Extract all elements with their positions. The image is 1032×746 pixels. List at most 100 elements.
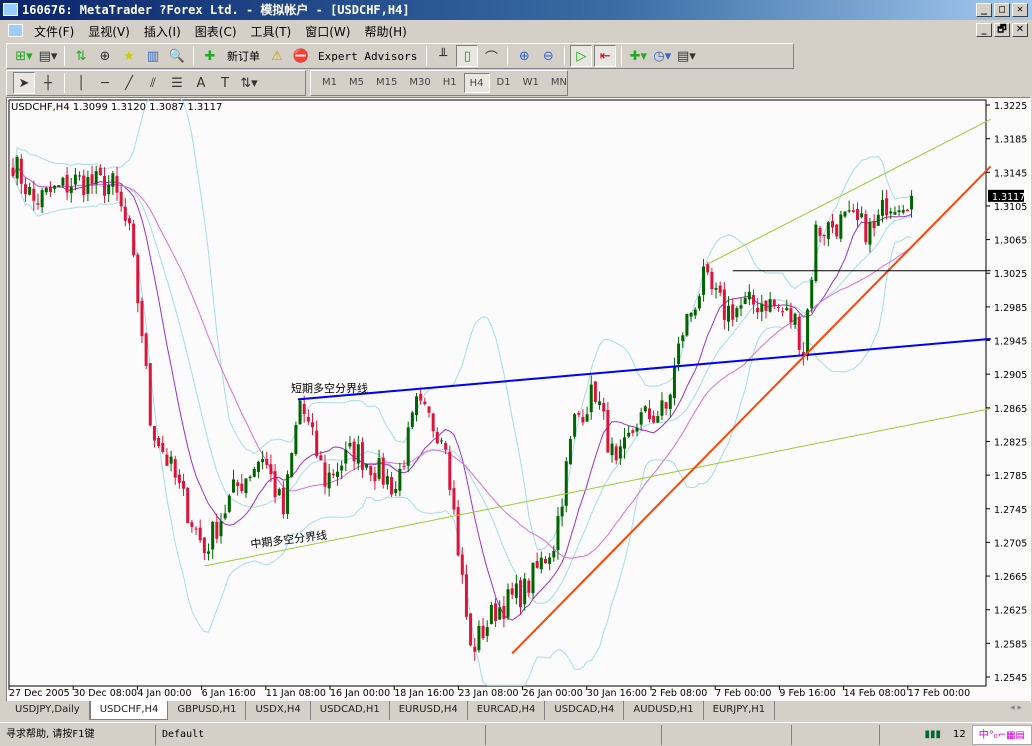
candle-body <box>498 607 502 620</box>
crosshair-icon[interactable]: ┼ <box>37 72 59 94</box>
timeframe-h4[interactable]: H4 <box>463 73 490 93</box>
candle-body <box>885 198 889 216</box>
bar-chart-icon[interactable]: ╨ <box>432 45 454 67</box>
candlestick-icon[interactable]: ▯ <box>456 45 479 67</box>
candle-body <box>889 211 893 214</box>
navigator-icon[interactable]: ★ <box>118 45 140 67</box>
zoom-out-icon[interactable]: ⊖ <box>537 45 559 67</box>
new-chart-icon[interactable]: ⊞▾ <box>13 45 35 67</box>
minimize-button[interactable]: _ <box>976 3 992 17</box>
timeframe-m15[interactable]: M15 <box>371 73 402 93</box>
menu-view[interactable]: 显视(V) <box>84 23 140 40</box>
candle-body <box>581 417 585 423</box>
price-tick-label: 1.3225 <box>994 101 1027 112</box>
candle-body <box>564 461 568 506</box>
templates-icon[interactable]: ▤▾ <box>675 45 697 67</box>
candle-body <box>872 221 876 229</box>
chart-tab[interactable]: GBPUSD,H1 <box>168 701 247 720</box>
candle-body <box>40 190 44 208</box>
chart-tab[interactable]: USDJPY,Daily <box>6 701 90 720</box>
candle-body <box>593 381 597 402</box>
candle-body <box>689 312 693 317</box>
timeframe-mn[interactable]: MN <box>546 73 572 93</box>
maximize-button[interactable]: □ <box>994 3 1010 17</box>
chart-tab[interactable]: AUDUSD,H1 <box>624 701 704 720</box>
equidistant-channel-icon[interactable]: ⫽ <box>142 72 164 94</box>
auto-scroll-icon[interactable]: ▷ <box>570 45 593 67</box>
traffic-readout: 12 <box>952 728 966 740</box>
expert-advisors-icon[interactable]: ⛔ <box>290 45 312 67</box>
terminal-icon[interactable]: ▥ <box>142 45 164 67</box>
new-order-icon[interactable]: ✚ <box>199 45 221 67</box>
price-tick-label: 1.2865 <box>994 404 1027 415</box>
candle-body <box>552 550 556 558</box>
connection-bars-icon: ▮▮▮ <box>924 728 941 740</box>
chart-tab[interactable]: USDCAD,H4 <box>545 701 625 720</box>
menu-charts[interactable]: 图表(C) <box>191 23 247 40</box>
candle-body <box>356 444 360 464</box>
chart-tab[interactable]: USDCHF,H4 <box>89 701 169 720</box>
ime-icon[interactable]: 中°₀⌐▦▤ <box>971 724 1032 745</box>
warning-icon[interactable]: ⚠ <box>266 45 288 67</box>
fibonacci-icon[interactable]: ☰ <box>166 72 188 94</box>
candle-body <box>639 412 643 425</box>
price-chart[interactable]: 短期多空分界线中期多空分界线1.32251.31851.31451.31051.… <box>7 96 1031 702</box>
candle-body <box>623 437 627 449</box>
vertical-line-icon[interactable]: │ <box>70 72 92 94</box>
candle-body <box>219 521 223 537</box>
chart-shift-icon[interactable]: ⇤ <box>594 45 617 67</box>
expert-advisors-button[interactable]: Expert Advisors <box>314 50 421 63</box>
candle-body <box>406 427 410 466</box>
chart-tab[interactable]: USDX,H4 <box>246 701 311 720</box>
candle-body <box>410 412 414 427</box>
arrows-icon[interactable]: ⇅▾ <box>238 72 260 94</box>
trendline-icon[interactable]: ╱ <box>118 72 140 94</box>
zoom-in-icon[interactable]: ⊕ <box>513 45 535 67</box>
timeframe-h1[interactable]: H1 <box>438 73 462 93</box>
candle-body <box>319 455 323 461</box>
child-minimize-button[interactable]: _ <box>976 23 992 37</box>
chart-tab[interactable]: EURJPY,H1 <box>704 701 776 720</box>
indicators-icon[interactable]: ✚▾ <box>627 45 649 67</box>
crosshair-data-icon[interactable]: ⊕ <box>94 45 116 67</box>
date-tick-label: 30 Dec 08:00 <box>73 688 137 699</box>
child-close-button[interactable]: ✕ <box>1012 23 1028 37</box>
menu-tools[interactable]: 工具(T) <box>247 23 302 40</box>
menu-insert[interactable]: 插入(I) <box>140 23 191 40</box>
candle-body <box>814 224 818 282</box>
menu-help[interactable]: 帮助(H) <box>360 23 416 40</box>
candle-body <box>893 212 897 215</box>
price-tick-label: 1.3145 <box>994 168 1027 179</box>
strategy-tester-icon[interactable]: 🔍 <box>166 45 188 67</box>
child-restore-button[interactable]: 🗗 <box>994 23 1010 37</box>
profiles-icon[interactable]: ▤▾ <box>37 45 59 67</box>
timeframe-w1[interactable]: W1 <box>518 73 544 93</box>
timeframe-d1[interactable]: D1 <box>492 73 516 93</box>
candle-body <box>606 409 610 453</box>
market-watch-icon[interactable]: ⇅ <box>70 45 92 67</box>
chart-tab[interactable]: EURCAD,H4 <box>468 701 546 720</box>
horizontal-line-icon[interactable]: ─ <box>94 72 116 94</box>
chart-tab[interactable]: EURUSD,H4 <box>390 701 468 720</box>
text-icon[interactable]: A <box>190 72 212 94</box>
new-order-button[interactable]: 新订单 <box>223 48 264 64</box>
candle-body <box>722 289 726 320</box>
cursor-icon[interactable]: ➤ <box>13 72 35 94</box>
tab-scroll-arrows[interactable]: ◂ ▸ <box>1010 703 1022 713</box>
menu-window[interactable]: 窗口(W) <box>301 23 360 40</box>
timeframe-m30[interactable]: M30 <box>404 73 435 93</box>
date-tick-label: 2 Feb 08:00 <box>651 688 707 699</box>
chart-tab[interactable]: USDCAD,H1 <box>311 701 390 720</box>
price-tick-label: 1.3105 <box>994 202 1027 213</box>
line-chart-icon[interactable]: ⌒ <box>480 45 502 67</box>
text-label-icon[interactable]: T <box>214 72 236 94</box>
timeframe-m5[interactable]: M5 <box>344 73 369 93</box>
menu-file[interactable]: 文件(F) <box>30 23 84 40</box>
candle-body <box>65 174 69 193</box>
periods-icon[interactable]: ◷▾ <box>651 45 673 67</box>
close-button[interactable]: ✕ <box>1012 3 1028 17</box>
timeframe-m1[interactable]: M1 <box>317 73 342 93</box>
candle-body <box>627 432 631 437</box>
chart-window[interactable]: 短期多空分界线 中期多空分界线 1.3225 1.3185 1.3145 1.3105 1.… <box>6 96 1031 702</box>
candle-body <box>855 209 859 221</box>
